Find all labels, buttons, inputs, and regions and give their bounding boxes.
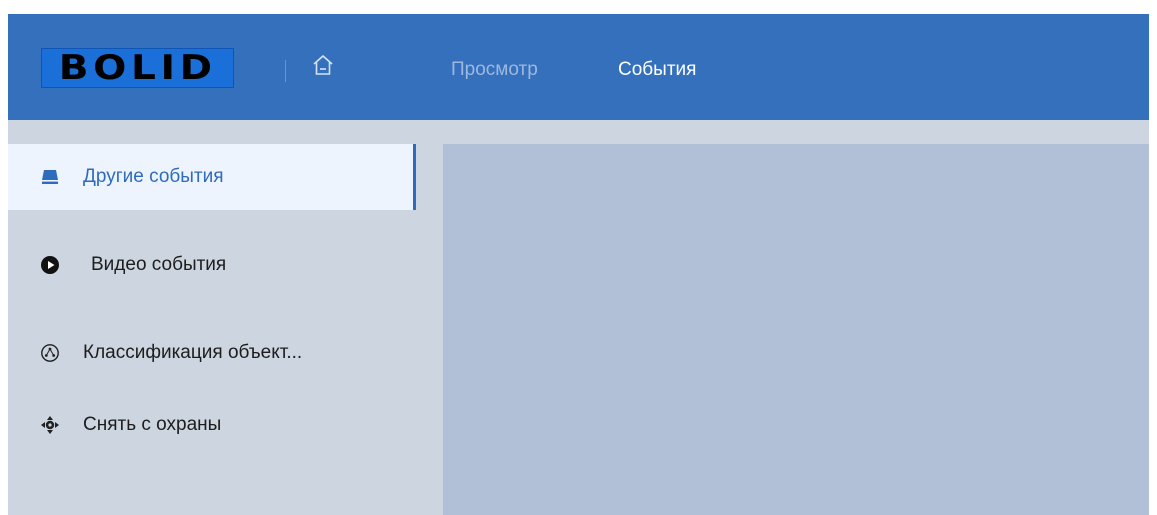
main-content-area [443, 144, 1149, 515]
nav-events[interactable]: События [618, 59, 696, 81]
sidebar-item-video-events[interactable]: Видео события [8, 232, 413, 298]
sidebar-item-label: Другие события [83, 166, 224, 187]
top-navigation-bar: BOLID Просмотр События [8, 14, 1149, 120]
sidebar-item-object-classification[interactable]: Классификация объект... [8, 320, 413, 386]
sidebar-item-disarm[interactable]: Снять с охраны [8, 392, 413, 458]
home-icon[interactable] [311, 53, 335, 77]
header-divider [285, 60, 286, 82]
sidebar-item-other-events[interactable]: Другие события [8, 144, 416, 210]
storage-icon [40, 167, 60, 187]
nav-view[interactable]: Просмотр [451, 59, 538, 81]
play-circle-icon [40, 255, 60, 275]
sidebar-item-label: Классификация объект... [83, 342, 303, 363]
sidebar-item-label: Снять с охраны [83, 414, 222, 435]
disarm-crosshair-icon [40, 415, 60, 435]
content-top-strip [443, 120, 1149, 144]
object-classification-icon [40, 343, 60, 363]
bolid-logo[interactable]: BOLID [41, 48, 234, 88]
logo-text: BOLID [58, 48, 217, 88]
sidebar-item-label: Видео события [91, 254, 227, 275]
active-indicator [413, 144, 416, 210]
